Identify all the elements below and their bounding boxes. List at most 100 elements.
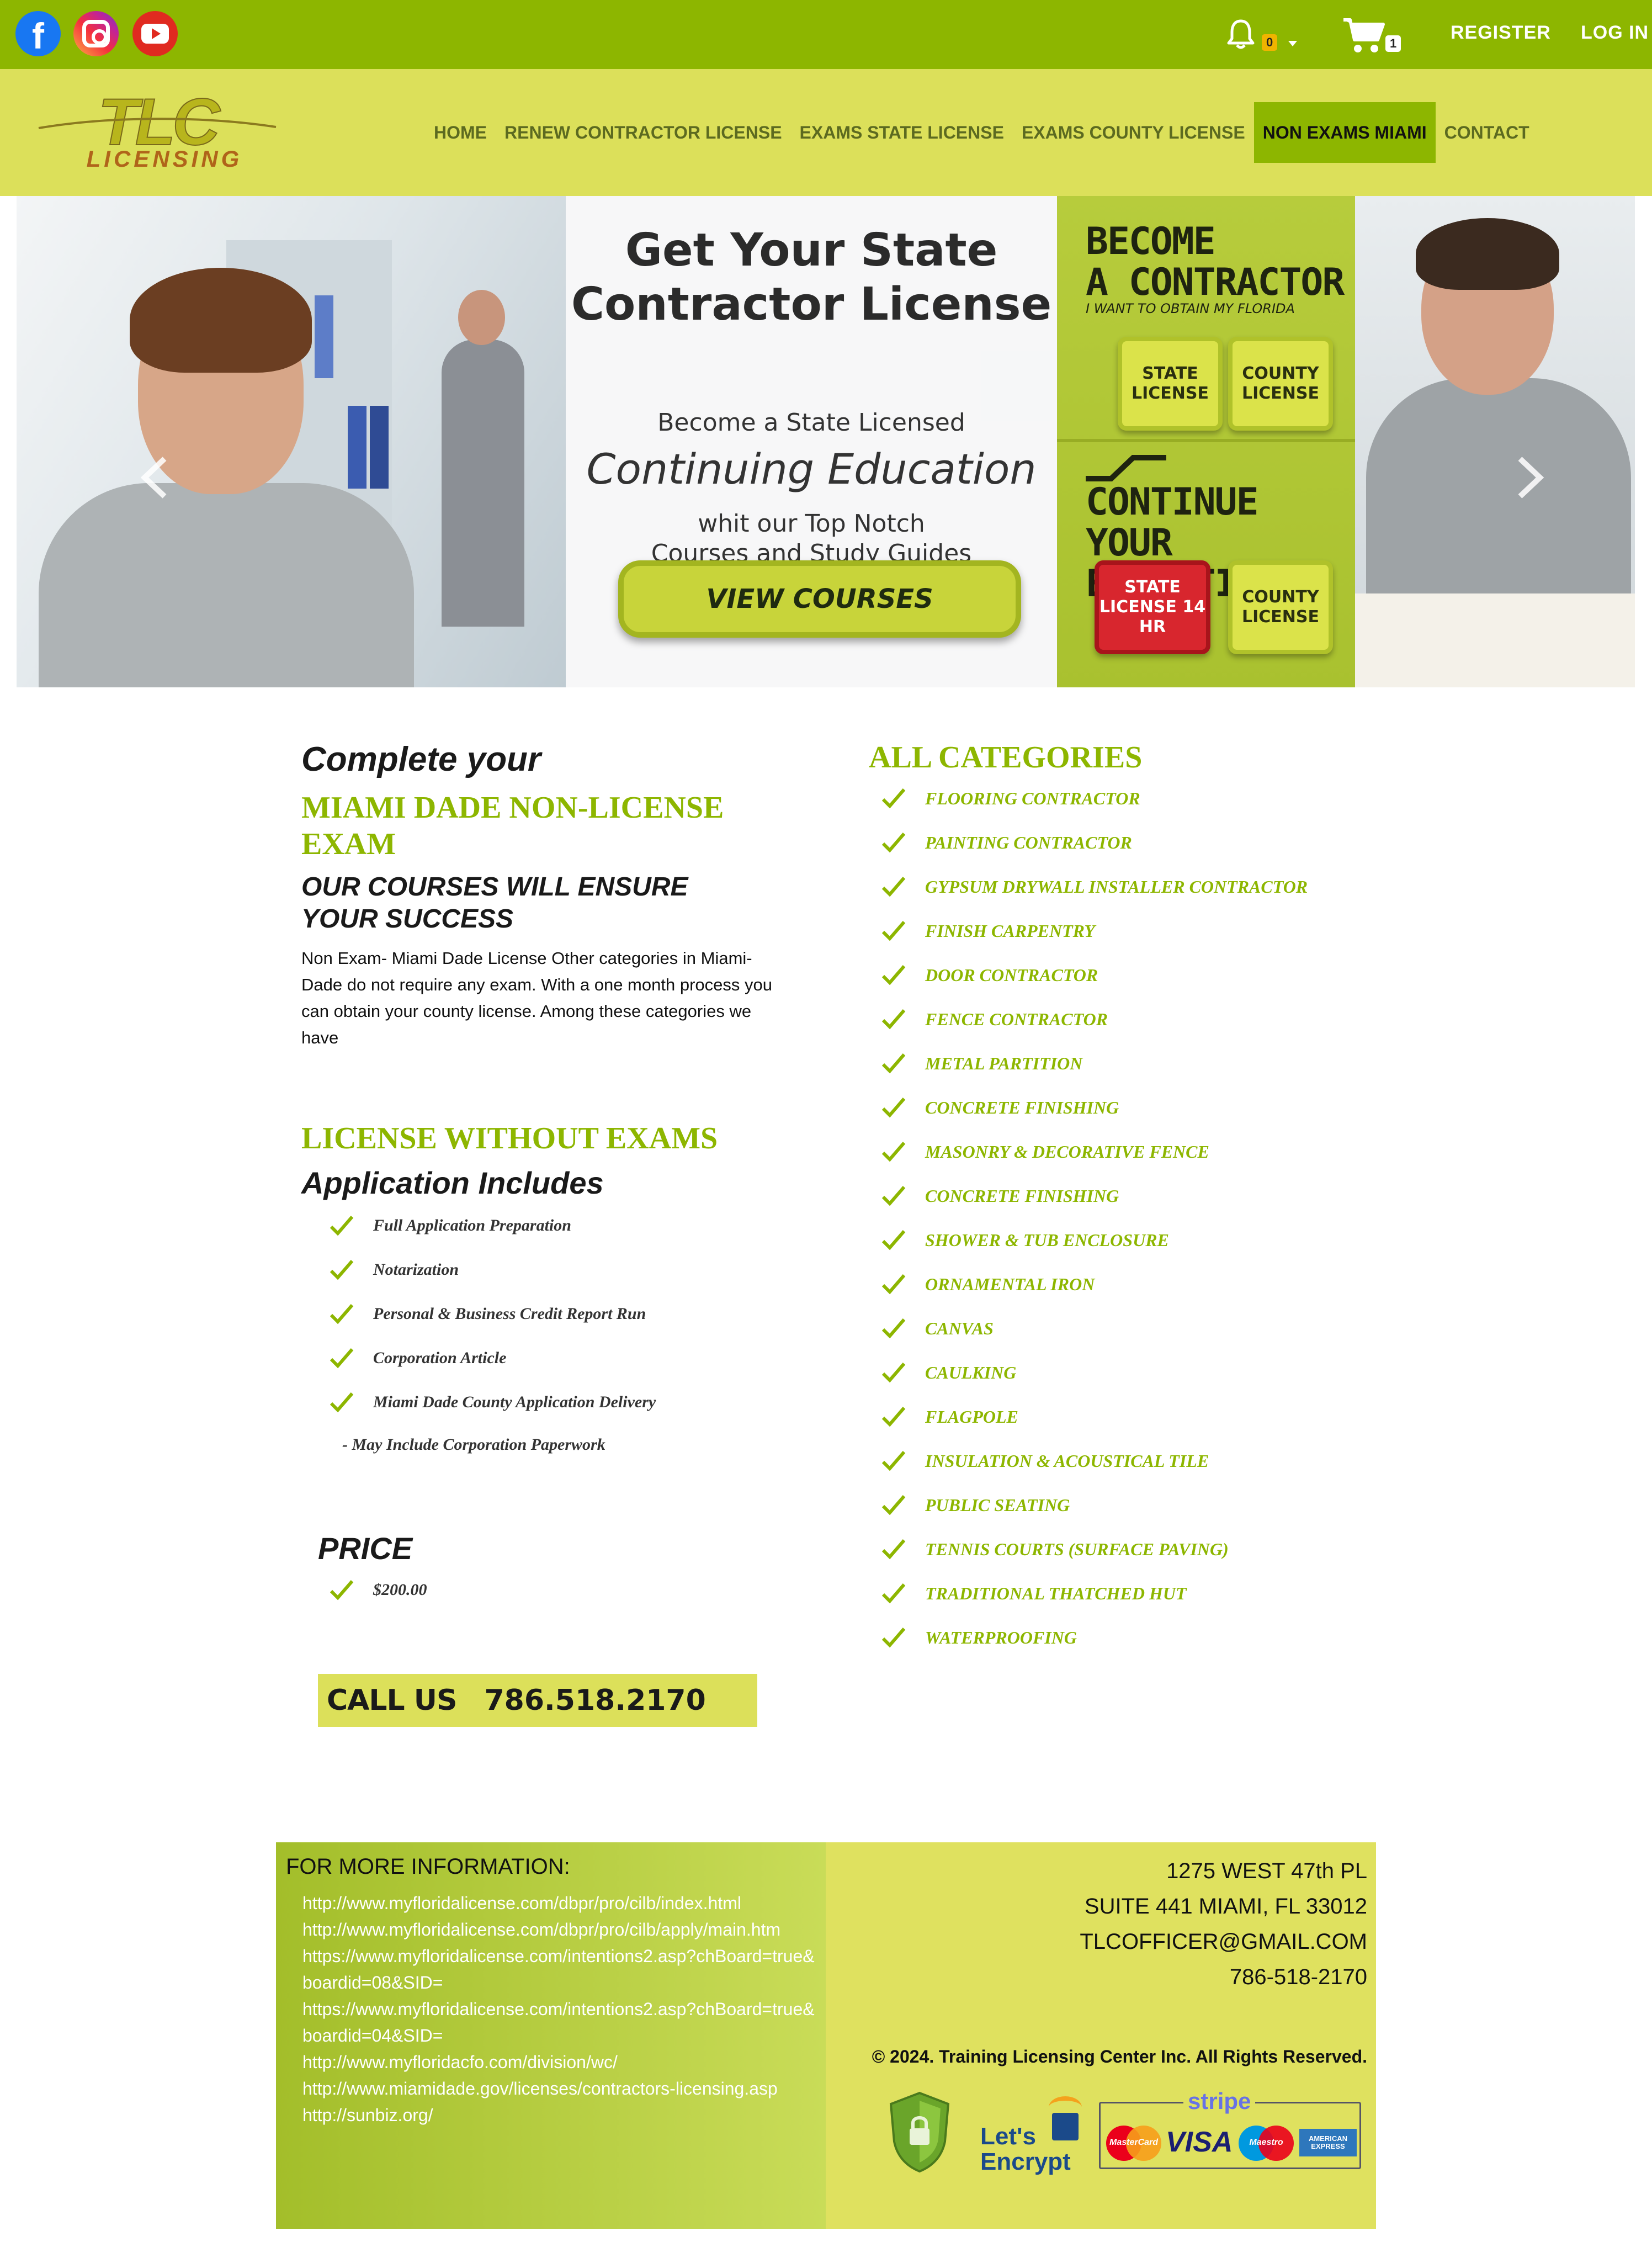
complete-heading: Complete your — [301, 740, 541, 778]
include-item-label: Full Application Preparation — [373, 1216, 571, 1234]
info-link[interactable]: http://www.myfloridalicense.com/dbpr/pro… — [302, 1890, 821, 1916]
address-line-2: SUITE 441 MIAMI, FL 33012 — [1084, 1894, 1367, 1919]
county-license-ce-button[interactable]: COUNTY LICENSE — [1228, 560, 1333, 654]
logo-sub-text: LICENSING — [87, 146, 243, 171]
list-item: $200.00 — [329, 1568, 427, 1612]
include-item: Personal & Business Credit Report Run — [329, 1292, 656, 1336]
hero-promo: Get Your State Contractor License Become… — [566, 196, 1057, 687]
check-icon — [330, 1348, 354, 1369]
check-icon — [881, 1363, 906, 1383]
category-item-label: CAULKING — [925, 1362, 1017, 1382]
become-title: BECOME A CONTRACTOR — [1086, 220, 1345, 304]
county-license-button[interactable]: COUNTY LICENSE — [1228, 337, 1333, 431]
tlc-licensing-logo[interactable]: TLC LICENSING — [28, 94, 287, 171]
cart-button[interactable]: 1 — [1342, 14, 1409, 59]
category-item: FLOORING CONTRACTOR — [881, 776, 1308, 820]
info-link[interactable]: http://www.myfloridalicense.com/dbpr/pro… — [302, 1916, 821, 1943]
hero-script-text: Continuing Education — [586, 444, 1037, 494]
nav-home[interactable]: HOME — [425, 102, 496, 163]
info-link[interactable]: https://www.myfloridalicense.com/intenti… — [302, 1943, 821, 1996]
category-item: FINISH CARPENTRY — [881, 909, 1308, 953]
chevron-down-icon — [1288, 41, 1297, 46]
success-heading: OUR COURSES WILL ENSURE YOUR SUCCESS — [301, 872, 688, 934]
register-link[interactable]: REGISTER — [1451, 22, 1551, 44]
notification-count-badge: 0 — [1262, 34, 1278, 51]
category-item-label: CONCRETE FINISHING — [925, 1097, 1119, 1117]
category-item-label: PAINTING CONTRACTOR — [925, 832, 1132, 852]
instagram-icon[interactable] — [73, 11, 119, 56]
check-icon — [330, 1260, 354, 1280]
check-icon — [330, 1304, 354, 1324]
category-item-label: ORNAMENTAL IRON — [925, 1274, 1095, 1294]
category-item-label: INSULATION & ACOUSTICAL TILE — [925, 1450, 1209, 1471]
amex-icon: AMERICAN EXPRESS — [1299, 2129, 1357, 2156]
check-icon — [881, 1451, 906, 1471]
state-license-button[interactable]: STATE LICENSE — [1118, 337, 1223, 431]
check-icon — [881, 965, 906, 985]
carousel-next-icon[interactable] — [1513, 455, 1547, 500]
info-link[interactable]: http://sunbiz.org/ — [302, 2102, 821, 2128]
price-list: $200.00 — [329, 1568, 427, 1612]
carousel-prev-icon[interactable] — [138, 455, 171, 500]
category-item-label: CONCRETE FINISHING — [925, 1185, 1119, 1206]
nav-non-exams-miami[interactable]: NON EXAMS MIAMI — [1253, 102, 1436, 163]
phone[interactable]: 786-518-2170 — [1080, 1959, 1367, 1995]
includes-list: Full Application Preparation Notarization… — [329, 1204, 656, 1424]
view-courses-button[interactable]: VIEW COURSES — [618, 560, 1021, 638]
info-link[interactable]: https://www.myfloridalicense.com/intenti… — [302, 1996, 821, 2049]
notifications-dropdown[interactable]: 0 — [1224, 14, 1302, 59]
email[interactable]: TLCOFFICER@GMAIL.COM — [1080, 1924, 1367, 1959]
category-item-label: FINISH CARPENTRY — [925, 920, 1095, 941]
check-icon — [881, 877, 906, 897]
info-link[interactable]: http://www.miamidade.gov/licenses/contra… — [302, 2075, 821, 2102]
category-item: CONCRETE FINISHING — [881, 1085, 1308, 1130]
check-icon — [881, 1628, 906, 1648]
nav-contact[interactable]: CONTACT — [1436, 102, 1538, 163]
check-icon — [881, 833, 906, 853]
stripe-logo: stripe — [1183, 2088, 1256, 2114]
category-item: DOOR CONTRACTOR — [881, 953, 1308, 997]
check-icon — [330, 1216, 354, 1236]
category-item-label: PUBLIC SEATING — [925, 1495, 1070, 1515]
info-link[interactable]: http://www.myfloridacfo.com/division/wc/ — [302, 2049, 821, 2075]
state-license-14hr-button[interactable]: STATE LICENSE 14 HR — [1095, 560, 1210, 654]
facebook-icon[interactable]: f — [15, 11, 61, 56]
category-item-label: MASONRY & DECORATIVE FENCE — [925, 1141, 1209, 1162]
check-icon — [881, 1539, 906, 1560]
category-item: INSULATION & ACOUSTICAL TILE — [881, 1439, 1308, 1483]
category-item: WATERPROOFING — [881, 1615, 1308, 1660]
login-link[interactable]: LOG IN — [1581, 22, 1649, 44]
category-item: PAINTING CONTRACTOR — [881, 820, 1308, 865]
check-icon — [881, 1274, 906, 1295]
include-item: Notarization — [329, 1248, 656, 1292]
category-item: ORNAMENTAL IRON — [881, 1262, 1308, 1306]
nav-renew-contractor-license[interactable]: RENEW CONTRACTOR LICENSE — [496, 102, 791, 163]
category-item: FLAGPOLE — [881, 1395, 1308, 1439]
footer-info: FOR MORE INFORMATION: http://www.myflori… — [276, 1842, 826, 2229]
nav-exams-county-license[interactable]: EXAMS COUNTY LICENSE — [1013, 102, 1254, 163]
check-icon — [881, 1318, 906, 1339]
check-icon — [881, 1583, 906, 1604]
cart-icon — [1343, 18, 1385, 52]
nav-exams-state-license[interactable]: EXAMS STATE LICENSE — [791, 102, 1013, 163]
all-categories-heading: ALL CATEGORIES — [869, 740, 1143, 775]
check-icon — [881, 1495, 906, 1515]
price-heading: PRICE — [318, 1531, 413, 1566]
check-icon — [881, 788, 906, 809]
category-item: CANVAS — [881, 1306, 1308, 1350]
reader-photo — [1355, 196, 1635, 687]
youtube-icon[interactable] — [132, 11, 178, 56]
category-item-label: FLOORING CONTRACTOR — [925, 788, 1140, 808]
category-item-label: FENCE CONTRACTOR — [925, 1009, 1108, 1029]
check-icon — [881, 1009, 906, 1030]
include-item-label: Personal & Business Credit Report Run — [373, 1305, 646, 1323]
cart-count-badge: 1 — [1385, 35, 1401, 52]
top-bar: f 0 1 REGISTER LOG IN — [0, 0, 1652, 69]
call-us-label: CALL US — [327, 1684, 457, 1717]
hero-subtitle-2: whit our Top Notch Courses and Study Gui… — [651, 510, 972, 568]
check-icon — [881, 1142, 906, 1162]
call-us-box[interactable]: CALL US 786.518.2170 — [318, 1674, 757, 1727]
check-icon — [881, 1230, 906, 1250]
visa-icon: VISA — [1166, 2126, 1233, 2158]
student-photo — [17, 196, 566, 687]
